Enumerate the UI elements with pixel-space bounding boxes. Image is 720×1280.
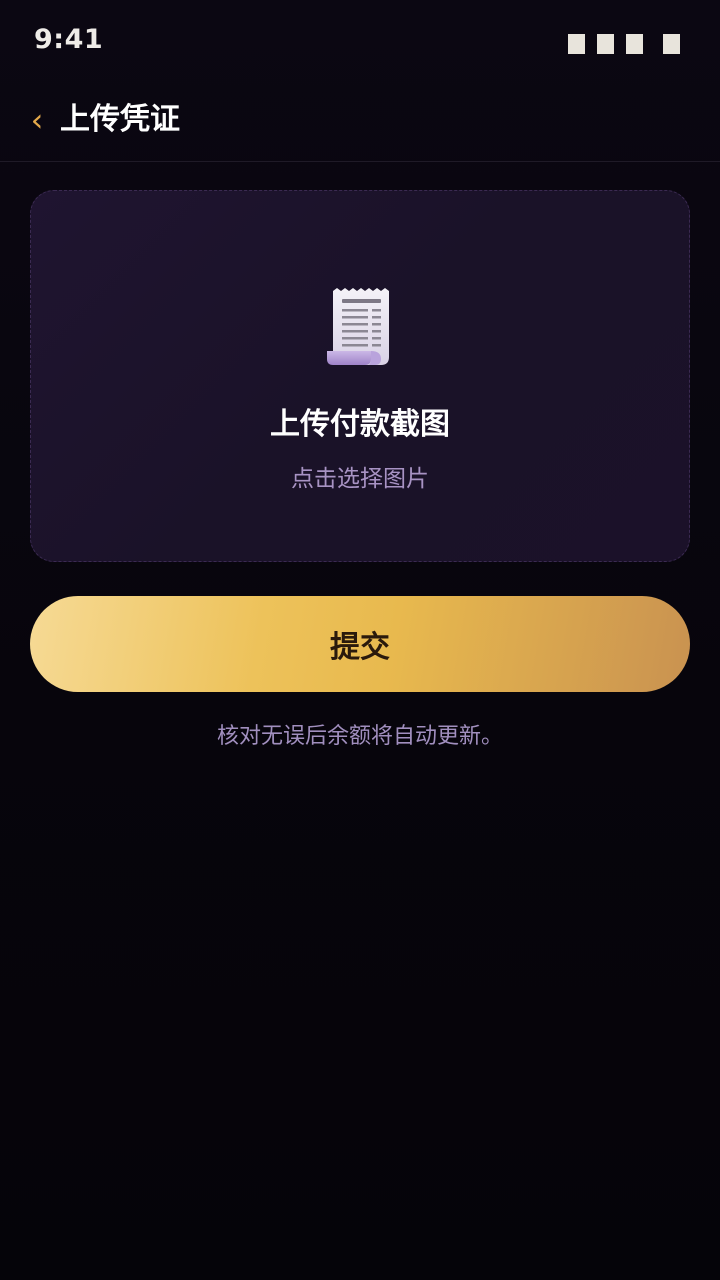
submit-button[interactable]: 提交 xyxy=(30,596,690,692)
receipt-icon xyxy=(327,288,389,365)
upload-title: 上传付款截图 xyxy=(270,407,450,442)
page-title: 上传凭证 xyxy=(60,102,180,137)
network-icon xyxy=(597,34,614,54)
battery-icon xyxy=(663,34,680,54)
screen: 9:41 ‹ 上传凭证 上传付款截图 点击选择图片 提交 核对无误后余额将自动更… xyxy=(0,0,720,1280)
header: ‹ 上传凭证 xyxy=(0,88,720,162)
status-icons xyxy=(556,34,680,54)
status-time: 9:41 xyxy=(34,24,104,55)
wifi-icon xyxy=(626,34,643,54)
upload-hint: 点击选择图片 xyxy=(291,466,429,492)
upload-area[interactable]: 上传付款截图 点击选择图片 xyxy=(30,190,690,562)
chevron-left-icon: ‹ xyxy=(30,101,44,139)
back-button[interactable]: ‹ xyxy=(22,98,52,142)
signal-icon xyxy=(568,34,585,54)
balance-update-note: 核对无误后余额将自动更新。 xyxy=(216,724,503,749)
status-bar: 9:41 xyxy=(0,0,720,88)
